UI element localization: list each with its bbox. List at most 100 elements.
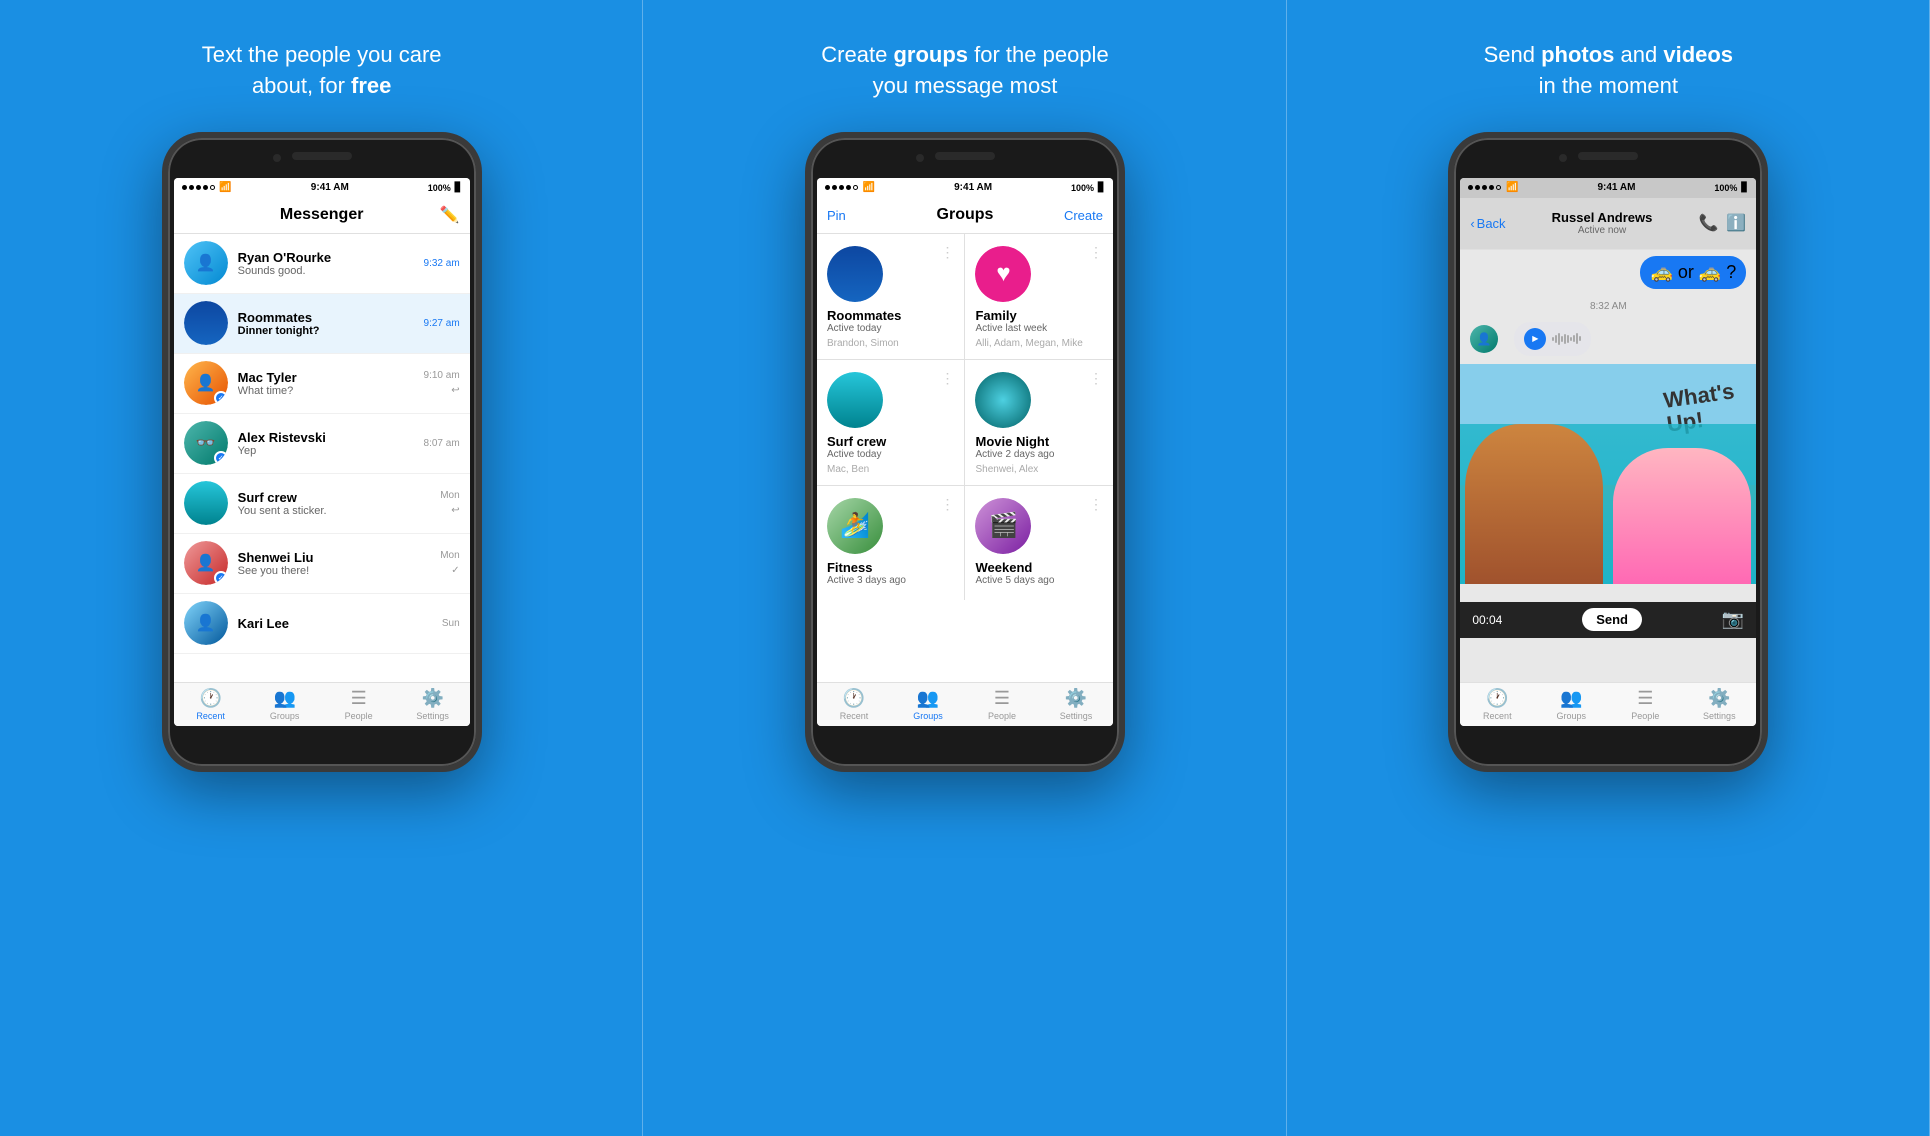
dot2-2 [832, 185, 837, 190]
send-button[interactable]: Send [1582, 608, 1642, 631]
dot1-2 [825, 185, 830, 190]
avatar-mac: 👤 ✓ [184, 361, 228, 405]
panel-3: Send photos and videos in the moment 📶 9… [1287, 0, 1930, 1136]
tab-settings[interactable]: ⚙️ Settings [396, 683, 470, 726]
conv-meta-mac: 9:10 am ↩ [424, 370, 460, 396]
conv-time-shenwei: Mon [440, 550, 459, 561]
tab-groups-3[interactable]: 👥 Groups [1534, 683, 1608, 726]
create-button[interactable]: Create [1064, 208, 1103, 223]
tab-recent-label-3: Recent [1483, 711, 1512, 721]
conv-shenwei[interactable]: 👤 ✓ Shenwei Liu See you there! Mon ✓ [174, 534, 470, 594]
dot5-3 [1496, 185, 1501, 190]
tab-bar-1: 🕐 Recent 👥 Groups ☰ People ⚙️ Settings [174, 682, 470, 726]
phone-3: 📶 9:41 AM 100% ▊ ‹ Back Russel Andrews A… [1448, 132, 1768, 772]
sticker-area: What'sUp! [1460, 364, 1756, 584]
status-bar-2: 📶 9:41 AM 100% ▊ [817, 178, 1113, 198]
conv-info-ryan: Ryan O'Rourke Sounds good. [238, 250, 424, 277]
time-separator: 8:32 AM [1460, 301, 1756, 312]
group-name-movie: Movie Night [975, 434, 1103, 449]
back-button[interactable]: ‹ Back [1470, 216, 1505, 231]
tab-groups[interactable]: 👥 Groups [248, 683, 322, 726]
tab-recent-3[interactable]: 🕐 Recent [1460, 683, 1534, 726]
audio-waveform [1552, 331, 1581, 347]
group-cell-roommates[interactable]: ⋮ Roommates Active today Brandon, Simon [817, 234, 965, 359]
people-icon-3: ☰ [1637, 688, 1653, 709]
phone-icon[interactable]: 📞 [1698, 213, 1718, 233]
tab-bar-3: 🕐 Recent 👥 Groups ☰ People ⚙️ Settings [1460, 682, 1756, 726]
group-status-roommates: Active today [827, 323, 955, 334]
conv-name-shenwei: Shenwei Liu [238, 550, 441, 565]
selfie-people [1460, 424, 1756, 584]
group-cell-surf[interactable]: ⋮ Surf crew Active today Mac, Ben [817, 360, 965, 485]
avatar-ryan: 👤 [184, 241, 228, 285]
conv-reply-surf: ↩ [451, 505, 459, 516]
dot3 [196, 185, 201, 190]
compose-icon[interactable]: ✏️ [440, 205, 460, 225]
dot5-2 [853, 185, 858, 190]
conv-info-shenwei: Shenwei Liu See you there! [238, 550, 441, 577]
status-right-1: 100% ▊ [428, 182, 462, 193]
dot2 [189, 185, 194, 190]
tab-settings-label: Settings [416, 711, 449, 721]
chat-actions: 📞 ℹ️ [1698, 213, 1746, 233]
dot1-3 [1468, 185, 1473, 190]
battery-icon-3: ▊ [1741, 182, 1748, 193]
avatar-surf [184, 481, 228, 525]
play-icon[interactable]: ▶ [1524, 328, 1546, 350]
conv-time-roommates: 9:27 am [424, 318, 460, 329]
more-icon-fitness[interactable]: ⋮ [940, 496, 954, 513]
tab-groups-label: Groups [270, 711, 300, 721]
tab-recent[interactable]: 🕐 Recent [174, 683, 248, 726]
conv-alex[interactable]: 👓 ✓ Alex Ristevski Yep 8:07 am [174, 414, 470, 474]
tab-settings-label-2: Settings [1060, 711, 1093, 721]
group-cell-family[interactable]: ⋮ ♥ Family Active last week Alli, Adam, … [965, 234, 1113, 359]
recent-icon-2: 🕐 [843, 688, 865, 709]
tab-groups-2[interactable]: 👥 Groups [891, 683, 965, 726]
more-icon-extra[interactable]: ⋮ [1089, 496, 1103, 513]
group-cell-extra[interactable]: ⋮ 🎬 Weekend Active 5 days ago [965, 486, 1113, 600]
tab-settings-3[interactable]: ⚙️ Settings [1682, 683, 1756, 726]
conv-preview-mac: What time? [238, 385, 424, 397]
status-time-1: 9:41 AM [311, 182, 349, 193]
more-icon-roommates[interactable]: ⋮ [940, 244, 954, 261]
camera-icon[interactable]: 📷 [1722, 609, 1744, 630]
status-time-3: 9:41 AM [1597, 182, 1635, 193]
tab-settings-2[interactable]: ⚙️ Settings [1039, 683, 1113, 726]
dot3-2 [839, 185, 844, 190]
group-cell-fitness[interactable]: ⋮ 🏄 Fitness Active 3 days ago [817, 486, 965, 600]
conv-time-alex: 8:07 am [424, 438, 460, 449]
conv-time-kari: Sun [442, 618, 460, 629]
more-icon-movie[interactable]: ⋮ [1089, 370, 1103, 387]
conv-roommates[interactable]: Roommates Dinner tonight? 9:27 am [174, 294, 470, 354]
tab-people-2[interactable]: ☰ People [965, 683, 1039, 726]
pin-button[interactable]: Pin [827, 208, 846, 223]
signal-dots-2: 📶 [825, 182, 875, 193]
tab-people-label-2: People [988, 711, 1016, 721]
tab-recent-2[interactable]: 🕐 Recent [817, 683, 891, 726]
conv-name-roommates: Roommates [238, 310, 424, 325]
group-status-extra: Active 5 days ago [975, 575, 1103, 586]
more-icon-family[interactable]: ⋮ [1089, 244, 1103, 261]
conv-mac[interactable]: 👤 ✓ Mac Tyler What time? 9:10 am ↩ [174, 354, 470, 414]
battery-icon: ▊ [455, 182, 462, 193]
panel-3-heading: Send photos and videos in the moment [1484, 40, 1733, 102]
conv-list: 👤 Ryan O'Rourke Sounds good. 9:32 am [174, 234, 470, 682]
conv-ryan[interactable]: 👤 Ryan O'Rourke Sounds good. 9:32 am [174, 234, 470, 294]
conv-info-roommates: Roommates Dinner tonight? [238, 310, 424, 337]
tab-people[interactable]: ☰ People [322, 683, 396, 726]
conv-meta-surf: Mon ↩ [440, 490, 459, 516]
more-icon-surf[interactable]: ⋮ [940, 370, 954, 387]
audio-bubble[interactable]: ▶ [1514, 322, 1591, 356]
conv-info-kari: Kari Lee [238, 616, 442, 631]
chevron-left-icon: ‹ [1470, 216, 1474, 231]
group-cell-movie[interactable]: ⋮ Movie Night Active 2 days ago Shenwei,… [965, 360, 1113, 485]
badge-shenwei: ✓ [214, 571, 228, 585]
panel-2: Create groups for the people you message… [643, 0, 1286, 1136]
info-icon[interactable]: ℹ️ [1726, 213, 1746, 233]
conv-surf[interactable]: Surf crew You sent a sticker. Mon ↩ [174, 474, 470, 534]
tab-people-3[interactable]: ☰ People [1608, 683, 1682, 726]
conv-meta-ryan: 9:32 am [424, 258, 460, 269]
selfie-overlay [1460, 424, 1756, 584]
phone-2-screen: 📶 9:41 AM 100% ▊ Pin Groups Create [817, 178, 1113, 726]
conv-kari[interactable]: 👤 Kari Lee Sun [174, 594, 470, 654]
